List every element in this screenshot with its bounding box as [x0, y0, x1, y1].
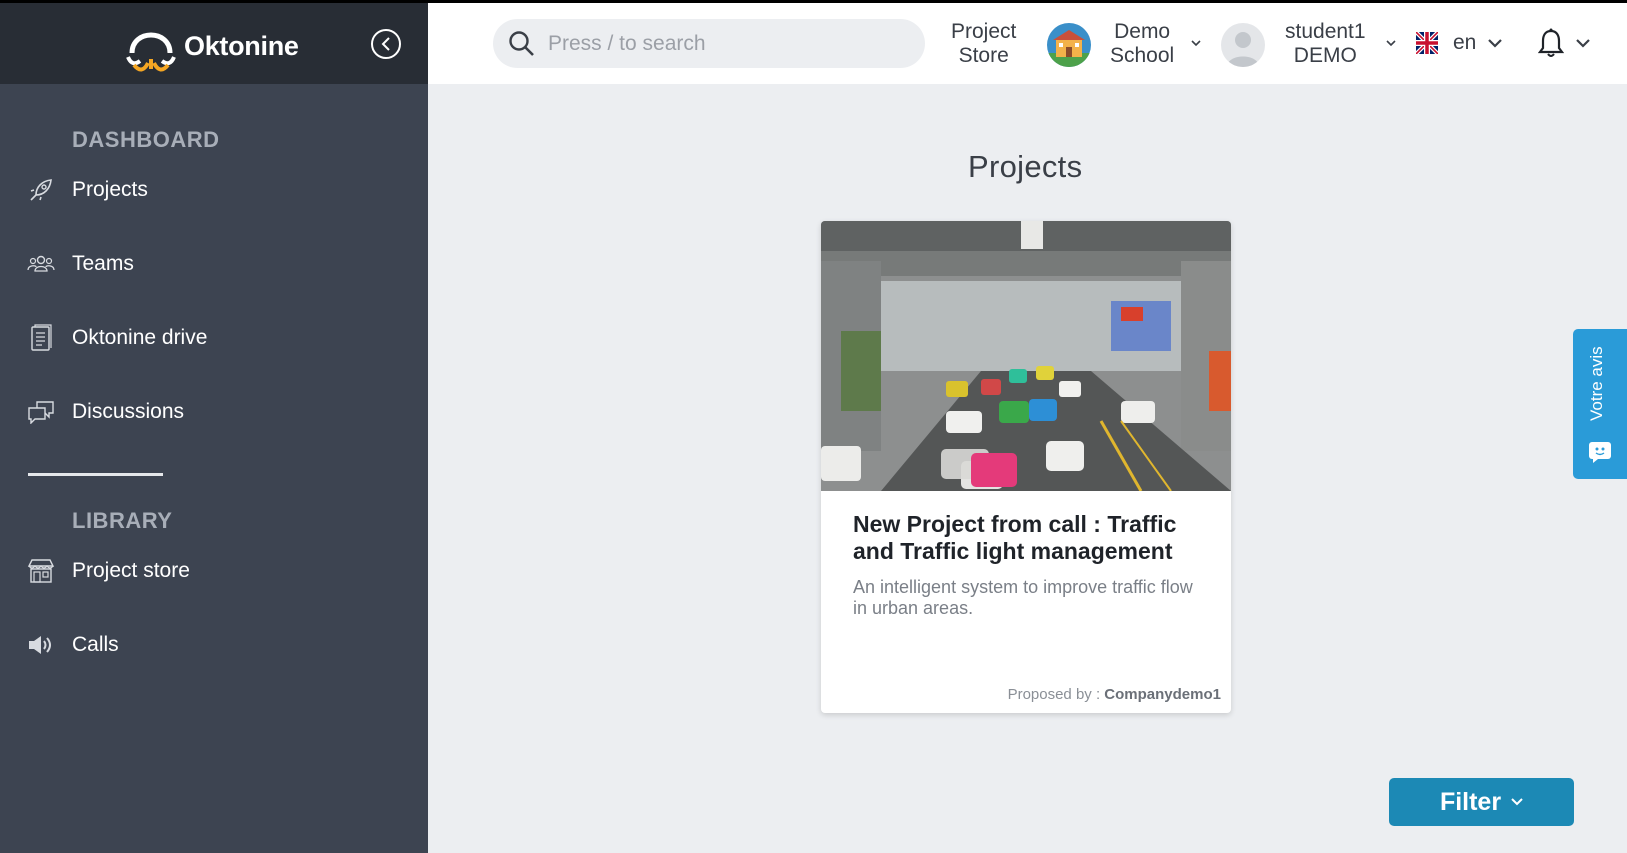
- uk-flag-icon: [1416, 32, 1438, 54]
- school-name-line2: School: [1110, 44, 1175, 67]
- language-selector[interactable]: en: [1416, 31, 1503, 55]
- project-store-line2: Store: [958, 44, 1009, 67]
- feedback-tab[interactable]: Votre avis: [1573, 329, 1627, 479]
- sidebar-item-teams[interactable]: Teams: [26, 249, 134, 279]
- project-description: An intelligent system to improve traffic…: [853, 577, 1193, 618]
- top-bar: Project Store Demo School student1 DEMO: [428, 3, 1627, 84]
- project-proposer: Proposed by : Companydemo1: [1008, 686, 1221, 703]
- notifications-button[interactable]: [1538, 28, 1590, 58]
- logo[interactable]: Oktonine: [122, 19, 299, 73]
- section-title-library: LIBRARY: [72, 508, 173, 533]
- project-card[interactable]: New Project from call : Traffic and Traf…: [821, 221, 1231, 713]
- sidebar-item-label: Discussions: [72, 400, 185, 423]
- user-name-line1: student1: [1285, 20, 1366, 43]
- sidebar-item-drive[interactable]: Oktonine drive: [26, 323, 207, 353]
- page-title: Projects: [968, 149, 1083, 184]
- project-title: New Project from call : Traffic and Traf…: [853, 511, 1177, 564]
- project-image: [821, 221, 1231, 491]
- filter-button[interactable]: Filter: [1389, 778, 1574, 826]
- chat-icon: [26, 397, 56, 427]
- document-icon: [26, 323, 56, 353]
- sidebar-divider: [28, 473, 163, 476]
- feedback-label: Votre avis: [1587, 346, 1606, 422]
- user-avatar[interactable]: [1221, 23, 1265, 67]
- school-selector[interactable]: Demo School: [1110, 20, 1174, 68]
- user-menu[interactable]: student1 DEMO: [1285, 20, 1366, 68]
- school-name-line1: Demo: [1114, 20, 1171, 43]
- octopus-logo-icon: [126, 32, 176, 72]
- filter-label: Filter: [1439, 787, 1502, 816]
- sidebar-item-label: Project store: [72, 559, 190, 582]
- megaphone-icon: [26, 630, 56, 660]
- school-avatar[interactable]: [1047, 23, 1091, 67]
- chevron-down-icon: [1511, 798, 1523, 806]
- chevron-down-icon[interactable]: [1191, 40, 1201, 47]
- search-bar[interactable]: [493, 19, 925, 68]
- language-code: en: [1453, 31, 1477, 54]
- chevron-down-icon[interactable]: [1386, 40, 1396, 47]
- project-store-link[interactable]: Project Store: [951, 20, 1016, 68]
- rocket-icon: [26, 175, 56, 205]
- brand-name: Oktonine: [184, 30, 299, 61]
- search-icon: [509, 30, 534, 56]
- sidebar-item-label: Teams: [72, 252, 134, 275]
- bell-icon: [1538, 28, 1564, 57]
- team-icon: [26, 249, 56, 279]
- sidebar-item-label: Calls: [72, 633, 119, 656]
- chat-bubble-icon: [1589, 442, 1611, 463]
- search-input[interactable]: [546, 30, 910, 57]
- sidebar-item-projects[interactable]: Projects: [26, 175, 148, 205]
- sidebar-item-label: Oktonine drive: [72, 326, 208, 349]
- proposed-by-label: Proposed by :: [1007, 686, 1101, 703]
- section-title-dashboard: DASHBOARD: [72, 127, 220, 152]
- sidebar: Oktonine DASHBOARD Projects Teams Oktoni…: [0, 3, 428, 853]
- store-icon: [26, 556, 56, 586]
- project-store-line1: Project: [951, 20, 1017, 43]
- collapse-sidebar-button[interactable]: [371, 29, 401, 59]
- sidebar-item-discussions[interactable]: Discussions: [26, 397, 184, 427]
- sidebar-header: Oktonine: [0, 3, 428, 84]
- user-name-line2: DEMO: [1293, 44, 1357, 67]
- sidebar-item-calls[interactable]: Calls: [26, 630, 119, 660]
- chevron-left-icon: [381, 37, 390, 51]
- sidebar-item-project-store[interactable]: Project store: [26, 556, 190, 586]
- chevron-down-icon: [1488, 38, 1503, 48]
- chevron-down-icon: [1576, 38, 1590, 48]
- proposer-name: Companydemo1: [1104, 686, 1221, 703]
- sidebar-item-label: Projects: [72, 178, 148, 201]
